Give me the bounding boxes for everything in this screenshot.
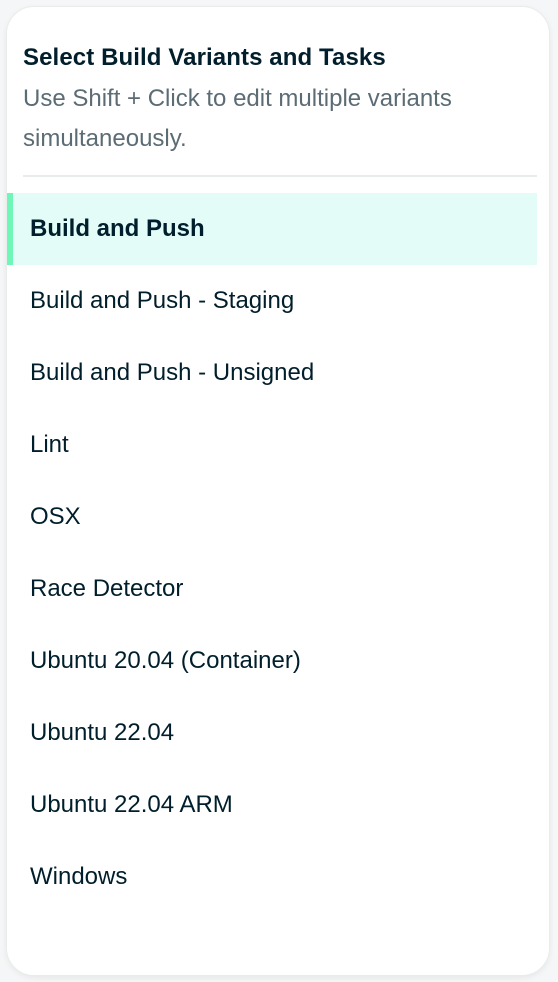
build-variant-label: Ubuntu 22.04	[30, 719, 175, 746]
selected-indicator	[7, 193, 13, 265]
build-variant-list: Build and Push Build and Push - Staging …	[7, 193, 537, 913]
build-variant-item[interactable]: Race Detector	[7, 553, 537, 625]
build-variant-item[interactable]: Build and Push - Staging	[7, 265, 537, 337]
build-variant-item[interactable]: Lint	[7, 409, 537, 481]
build-variant-label: Lint	[30, 431, 69, 458]
build-variant-label: Ubuntu 20.04 (Container)	[30, 647, 301, 674]
panel-subtitle: Use Shift + Click to edit multiple varia…	[23, 85, 452, 152]
build-variant-label: OSX	[30, 503, 81, 530]
build-variant-item[interactable]: Ubuntu 22.04 ARM	[7, 769, 537, 841]
build-variant-label: Race Detector	[30, 575, 184, 602]
header-divider	[23, 175, 537, 177]
panel-header: Select Build Variants and Tasks Use Shif…	[23, 43, 543, 159]
build-variant-label: Build and Push - Unsigned	[30, 359, 315, 386]
build-variants-panel: Select Build Variants and Tasks Use Shif…	[6, 6, 550, 976]
build-variant-label: Ubuntu 22.04 ARM	[30, 791, 233, 818]
build-variant-item[interactable]: OSX	[7, 481, 537, 553]
build-variant-item[interactable]: Build and Push	[7, 193, 537, 265]
build-variant-label: Windows	[30, 863, 128, 890]
build-variant-label: Build and Push	[30, 215, 205, 242]
build-variant-item[interactable]: Ubuntu 22.04	[7, 697, 537, 769]
build-variant-label: Build and Push - Staging	[30, 287, 295, 314]
build-variant-item[interactable]: Windows	[7, 841, 537, 913]
build-variant-item[interactable]: Ubuntu 20.04 (Container)	[7, 625, 537, 697]
panel-title: Select Build Variants and Tasks	[23, 44, 386, 71]
build-variant-item[interactable]: Build and Push - Unsigned	[7, 337, 537, 409]
